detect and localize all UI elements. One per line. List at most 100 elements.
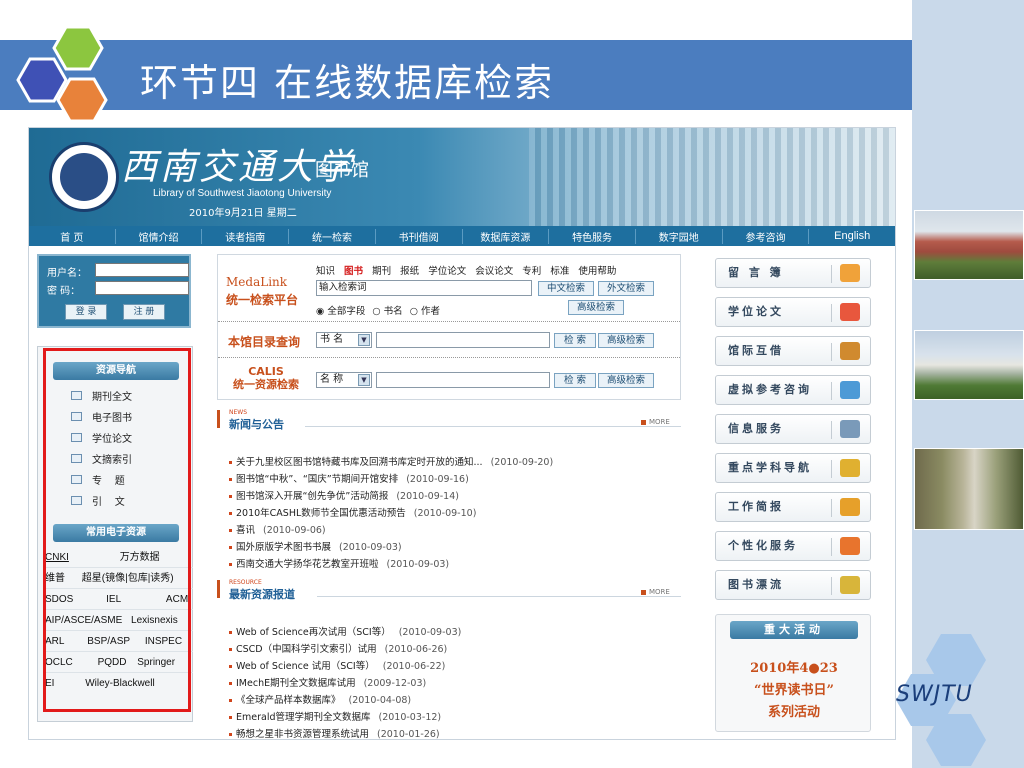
database-link[interactable]: IEL bbox=[106, 590, 121, 609]
resource-news-item[interactable]: Web of Science再次试用（SCI等） (2010-09-03) bbox=[229, 624, 461, 638]
password-input[interactable] bbox=[95, 281, 189, 295]
news-more-link[interactable]: MORE bbox=[641, 418, 670, 426]
resource-news-item[interactable]: IMechE期刊全文数据库试用 (2009-12-03) bbox=[229, 675, 426, 689]
calis-field-select[interactable]: 名 称 ▼ bbox=[316, 372, 372, 388]
book-drifting-button[interactable]: 图书漂流 bbox=[715, 570, 871, 600]
nav-about[interactable]: 馆情介绍 bbox=[116, 228, 203, 244]
database-link[interactable]: Wiley-Blackwell bbox=[85, 674, 154, 694]
database-link[interactable]: 万方数据 bbox=[120, 548, 160, 567]
calis-search-input[interactable] bbox=[376, 372, 550, 388]
tab-knowledge[interactable]: 知识 bbox=[316, 266, 335, 277]
calis-advanced-button[interactable]: 高级检索 bbox=[598, 373, 654, 388]
tab-journals[interactable]: 期刊 bbox=[372, 266, 391, 277]
database-link[interactable]: ARL bbox=[45, 632, 64, 651]
database-link[interactable]: BSP/ASP bbox=[87, 632, 130, 651]
tab-patents[interactable]: 专利 bbox=[522, 266, 541, 277]
catalog-field-select[interactable]: 书 名 ▼ bbox=[316, 332, 372, 348]
database-link[interactable]: ACM bbox=[166, 590, 188, 609]
info-service-button[interactable]: 信息服务 bbox=[715, 414, 871, 444]
catalog-search-input[interactable] bbox=[376, 332, 550, 348]
news-item[interactable]: 国外原版学术图书书展 (2010-09-03) bbox=[229, 539, 402, 553]
radio-title[interactable]: ○ 书名 bbox=[372, 306, 402, 317]
foreign-search-button[interactable]: 外文检索 bbox=[598, 281, 654, 296]
database-link[interactable]: INSPEC bbox=[145, 632, 182, 651]
nav-databases[interactable]: 数据库资源 bbox=[463, 228, 550, 244]
guestbook-button[interactable]: 留 言 簿 bbox=[715, 258, 871, 288]
main-nav: 首 页 馆情介绍 读者指南 统一检索 书刊借阅 数据库资源 特色服务 数字园地 … bbox=[29, 226, 895, 246]
advanced-search-button[interactable]: 高级检索 bbox=[568, 300, 624, 315]
nav-digital[interactable]: 数字园地 bbox=[636, 228, 723, 244]
password-label: 密 码： bbox=[47, 286, 81, 297]
resource-news-item[interactable]: Emerald管理学期刊全文数据库 (2010-03-12) bbox=[229, 709, 441, 723]
news-item[interactable]: 2010年CASHL数师节全国优惠活动预告 (2010-09-10) bbox=[229, 505, 476, 519]
nav-borrowing[interactable]: 书刊借阅 bbox=[376, 228, 463, 244]
register-button[interactable]: 注 册 bbox=[123, 304, 165, 320]
tab-conference[interactable]: 会议论文 bbox=[475, 266, 513, 277]
catalog-advanced-button[interactable]: 高级检索 bbox=[598, 333, 654, 348]
resource-news-more-link[interactable]: MORE bbox=[641, 588, 670, 596]
news-item[interactable]: 图书馆“中秋”、“国庆”节期间开馆安排 (2010-09-16) bbox=[229, 471, 469, 485]
event-box[interactable]: 重大活动 2010年4●23 “世界读书日” 系列活动 bbox=[715, 614, 871, 732]
radio-all-fields[interactable]: ◉ 全部字段 bbox=[316, 306, 365, 317]
resource-item[interactable]: 期刊全文 bbox=[71, 388, 132, 403]
book-icon bbox=[840, 576, 860, 594]
login-box: 用户名： 密 码： 登 录 注 册 bbox=[37, 254, 191, 328]
resource-news-item[interactable]: CSCD（中国科学引文索引）试用 (2010-06-26) bbox=[229, 641, 447, 655]
work-brief-button[interactable]: 工作简报 bbox=[715, 492, 871, 522]
tab-books[interactable]: 图书 bbox=[344, 266, 363, 277]
username-input[interactable] bbox=[95, 263, 189, 277]
news-item[interactable]: 图书馆深入开展“创先争优”活动简报 (2010-09-14) bbox=[229, 488, 459, 502]
database-row: 维普 超星(镜像|包库|读秀) bbox=[45, 569, 193, 589]
database-link[interactable]: CNKI bbox=[45, 548, 69, 567]
resource-item[interactable]: 专 题 bbox=[71, 472, 125, 487]
resource-news-item[interactable]: 畅想之星非书资源管理系统试用 (2010-01-26) bbox=[229, 726, 440, 739]
database-link[interactable]: 超星(镜像|包库|读秀) bbox=[82, 569, 174, 588]
search-panel: MedaLink 统一检索平台 知识 图书 期刊 报纸 学位论文 会议论文 专利… bbox=[217, 254, 681, 400]
database-link[interactable]: PQDD bbox=[98, 653, 127, 672]
news-item[interactable]: 喜讯 (2010-09-06) bbox=[229, 522, 326, 536]
virtual-reference-button[interactable]: 虚拟参考咨询 bbox=[715, 375, 871, 405]
radio-author[interactable]: ○ 作者 bbox=[410, 306, 440, 317]
resource-item[interactable]: 引 文 bbox=[71, 493, 125, 508]
resource-nav-title: 资源导航 bbox=[53, 362, 179, 380]
resource-news-item[interactable]: Web of Science 试用（SCI等） (2010-06-22) bbox=[229, 658, 445, 672]
database-link[interactable]: OCLC bbox=[45, 653, 73, 672]
nav-unified-search[interactable]: 统一检索 bbox=[289, 228, 376, 244]
unified-search-input[interactable]: 输入检索词 bbox=[316, 280, 532, 296]
news-item[interactable]: 西南交通大学扬华花艺教室开班啦 (2010-09-03) bbox=[229, 556, 449, 570]
resource-item[interactable]: 学位论文 bbox=[71, 430, 132, 445]
campus-photo-3 bbox=[914, 448, 1024, 530]
site-date: 2010年9月21日 星期二 bbox=[189, 208, 297, 219]
resource-item[interactable]: 文摘索引 bbox=[71, 451, 132, 466]
calis-search-button[interactable]: 检 索 bbox=[554, 373, 596, 388]
theses-button[interactable]: 学位论文 bbox=[715, 297, 871, 327]
database-link[interactable]: Lexisnexis bbox=[131, 611, 178, 630]
document-icon bbox=[71, 391, 82, 400]
news-item[interactable]: 关于九里校区图书馆特藏书库及回溯书库定时开放的通知... (2010-09-20) bbox=[229, 454, 553, 468]
resource-item[interactable]: 电子图书 bbox=[71, 409, 132, 424]
tab-theses[interactable]: 学位论文 bbox=[428, 266, 466, 277]
document-icon bbox=[71, 433, 82, 442]
resource-news-item[interactable]: 《全球产品样本数据库》 (2010-04-08) bbox=[229, 692, 411, 706]
catalog-search-button[interactable]: 检 索 bbox=[554, 333, 596, 348]
nav-english[interactable]: English bbox=[809, 230, 895, 242]
interlibrary-loan-button[interactable]: 馆际互借 bbox=[715, 336, 871, 366]
database-link[interactable]: SDOS bbox=[45, 590, 73, 609]
nav-reference[interactable]: 参考咨询 bbox=[723, 228, 810, 244]
database-link[interactable]: EI bbox=[45, 674, 54, 694]
divider bbox=[218, 321, 680, 322]
subject-navigation-button[interactable]: 重点学科导航 bbox=[715, 453, 871, 483]
chinese-search-button[interactable]: 中文检索 bbox=[538, 281, 594, 296]
nav-services[interactable]: 特色服务 bbox=[549, 228, 636, 244]
login-button[interactable]: 登 录 bbox=[65, 304, 107, 320]
tab-help[interactable]: 使用帮助 bbox=[578, 266, 616, 277]
tab-newspapers[interactable]: 报纸 bbox=[400, 266, 419, 277]
nav-guide[interactable]: 读者指南 bbox=[202, 228, 290, 244]
personalized-service-button[interactable]: 个性化服务 bbox=[715, 531, 871, 561]
database-link[interactable]: 维普 bbox=[45, 569, 65, 588]
database-link[interactable]: Springer bbox=[137, 653, 175, 672]
nav-home[interactable]: 首 页 bbox=[29, 228, 116, 244]
database-link[interactable]: AIP/ASCE/ASME bbox=[45, 611, 122, 630]
tab-standards[interactable]: 标准 bbox=[550, 266, 569, 277]
swjtu-brand: SWJTU bbox=[896, 682, 973, 707]
